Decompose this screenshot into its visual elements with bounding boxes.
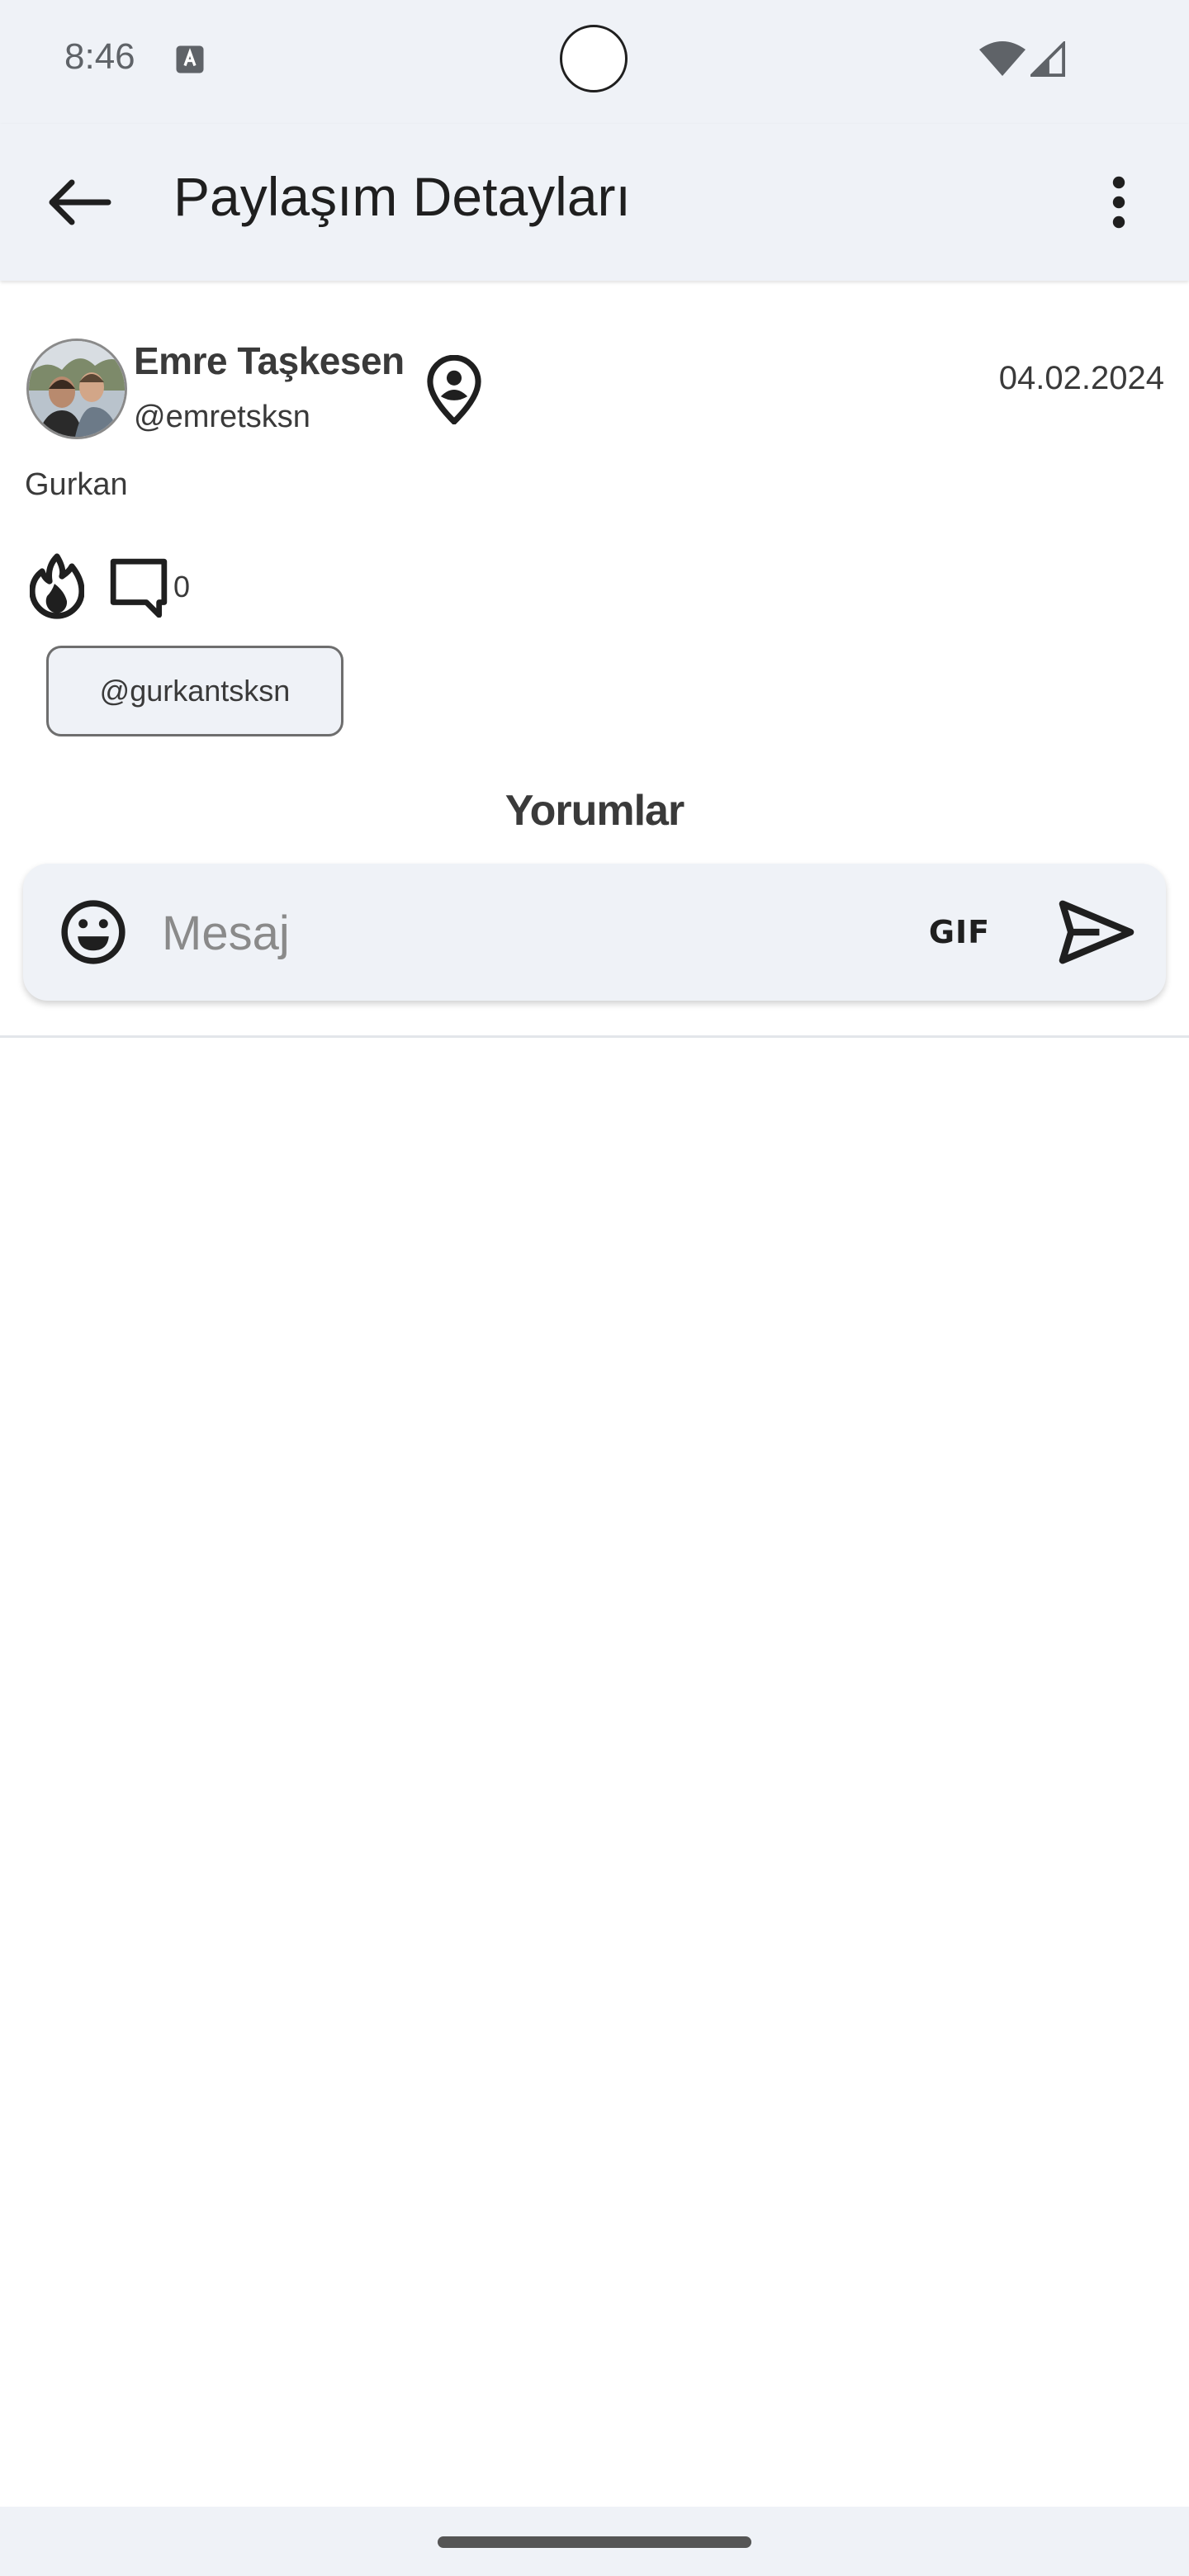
font-a-icon — [176, 45, 204, 73]
home-handle[interactable] — [438, 2536, 751, 2548]
send-icon — [1059, 900, 1135, 964]
send-button[interactable] — [1057, 897, 1136, 968]
gif-button[interactable]: GIF — [920, 903, 999, 961]
fire-button[interactable] — [29, 553, 85, 619]
avatar-photo — [29, 341, 125, 437]
location-pin-icon — [427, 354, 481, 426]
author-handle[interactable]: @emretsksn — [134, 400, 310, 435]
status-time: 8:46 — [64, 36, 135, 77]
mention-chip[interactable]: @gurkantsksn — [46, 646, 343, 736]
post-date: 04.02.2024 — [998, 360, 1164, 396]
comment-icon — [110, 558, 168, 618]
more-vert-icon — [1112, 176, 1125, 229]
status-bar: 8:46 — [0, 0, 1189, 124]
comment-button[interactable] — [107, 556, 170, 618]
location-button[interactable] — [421, 354, 487, 426]
divider — [0, 1035, 1189, 1038]
comment-count: 0 — [173, 570, 191, 604]
comments-section-title: Yorumlar — [504, 787, 685, 835]
post-text: Gurkan — [25, 467, 128, 502]
mention-label: @gurkantsksn — [99, 674, 291, 708]
emoji-button[interactable] — [59, 898, 127, 966]
comment-composer: GIF — [23, 864, 1166, 1001]
page-title: Paylaşım Detayları — [173, 166, 631, 227]
gif-label: GIF — [928, 914, 991, 950]
fire-icon — [29, 553, 85, 619]
system-nav-bar — [0, 2507, 1189, 2576]
message-input[interactable] — [160, 888, 907, 978]
wifi-icon — [979, 41, 1026, 76]
app-bar: Paylaşım Detayları — [0, 124, 1189, 281]
back-button[interactable] — [33, 157, 124, 248]
author-name[interactable]: Emre Taşkesen — [134, 339, 405, 383]
camera-cutout — [560, 25, 628, 92]
emoji-icon — [61, 900, 126, 964]
more-options-button[interactable] — [1082, 157, 1156, 248]
signal-icon — [1030, 41, 1065, 77]
arrow-back-icon — [49, 179, 111, 225]
avatar[interactable] — [26, 339, 127, 439]
